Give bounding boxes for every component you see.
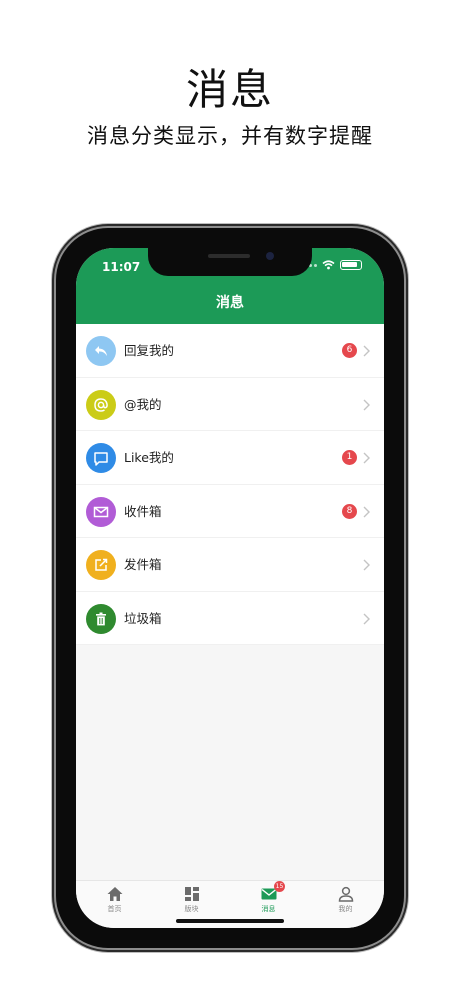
front-camera [266, 252, 274, 260]
menu-item-mentions[interactable]: @我的 [76, 378, 384, 431]
page-title: 消息 [216, 295, 244, 311]
count-badge: 6 [342, 343, 357, 358]
mail-icon [86, 496, 116, 527]
tab-profile[interactable]: 我的 [307, 881, 384, 928]
count-badge: 8 [342, 503, 357, 519]
tab-label: 消息 [261, 905, 276, 913]
tab-label: 我的 [338, 905, 353, 913]
menu-item-label: 回复我的 [124, 343, 175, 358]
menu-item-inbox[interactable]: 收件箱 8 [76, 485, 384, 538]
tab-label: 首页 [107, 905, 122, 913]
home-indicator [176, 919, 284, 923]
tab-home[interactable]: 首页 [76, 881, 153, 928]
menu-item-outbox[interactable]: 发件箱 [76, 538, 384, 592]
menu-item-label: @我的 [124, 396, 162, 412]
wifi-icon [322, 260, 335, 270]
chevron-right-icon [363, 452, 370, 464]
battery-icon [340, 260, 362, 270]
tab-label: 版块 [184, 905, 199, 913]
message-category-list: 回复我的 6 @我的 Like我的 1 收件箱 8 发件箱 垃圾箱 [76, 324, 384, 645]
menu-item-label: Like我的 [124, 450, 174, 465]
menu-item-likes[interactable]: Like我的 1 [76, 431, 384, 485]
at-icon [86, 389, 116, 420]
chevron-right-icon [363, 345, 370, 357]
home-icon [107, 887, 122, 901]
phone-frame: 11:07 消息 回复我的 6 @我的 Like我的 1 收件箱 8 发件箱 垃… [56, 228, 404, 948]
menu-item-label: 收件箱 [124, 503, 162, 519]
menu-item-label: 发件箱 [124, 557, 162, 572]
chevron-right-icon [363, 399, 370, 410]
chevron-right-icon [363, 559, 370, 571]
hero-title: 消息 [185, 65, 274, 114]
count-badge: 1 [342, 450, 357, 465]
menu-item-trash[interactable]: 垃圾箱 [76, 592, 384, 645]
notch [148, 248, 312, 276]
menu-item-replies[interactable]: 回复我的 6 [76, 324, 384, 378]
person-icon [338, 886, 353, 902]
phone-screen: 11:07 消息 回复我的 6 @我的 Like我的 1 收件箱 8 发件箱 垃… [76, 248, 384, 928]
speaker-grille [208, 254, 250, 258]
promo-page: 消息 消息分类显示，并有数字提醒 11:07 消息 回复我的 6 @我的 Lik… [0, 0, 460, 996]
reply-icon [86, 336, 116, 366]
compose-icon [86, 550, 116, 580]
status-time: 11:07 [102, 260, 141, 274]
chat-bubble-icon [86, 443, 116, 473]
hero-subtitle: 消息分类显示，并有数字提醒 [87, 124, 373, 148]
tab-count-badge: 15 [274, 881, 285, 892]
trash-icon [86, 603, 116, 634]
grid-icon [184, 887, 199, 901]
app-header: 11:07 消息 [76, 248, 384, 324]
chevron-right-icon [363, 506, 370, 517]
menu-item-label: 垃圾箱 [124, 610, 162, 626]
chevron-right-icon [363, 613, 370, 624]
